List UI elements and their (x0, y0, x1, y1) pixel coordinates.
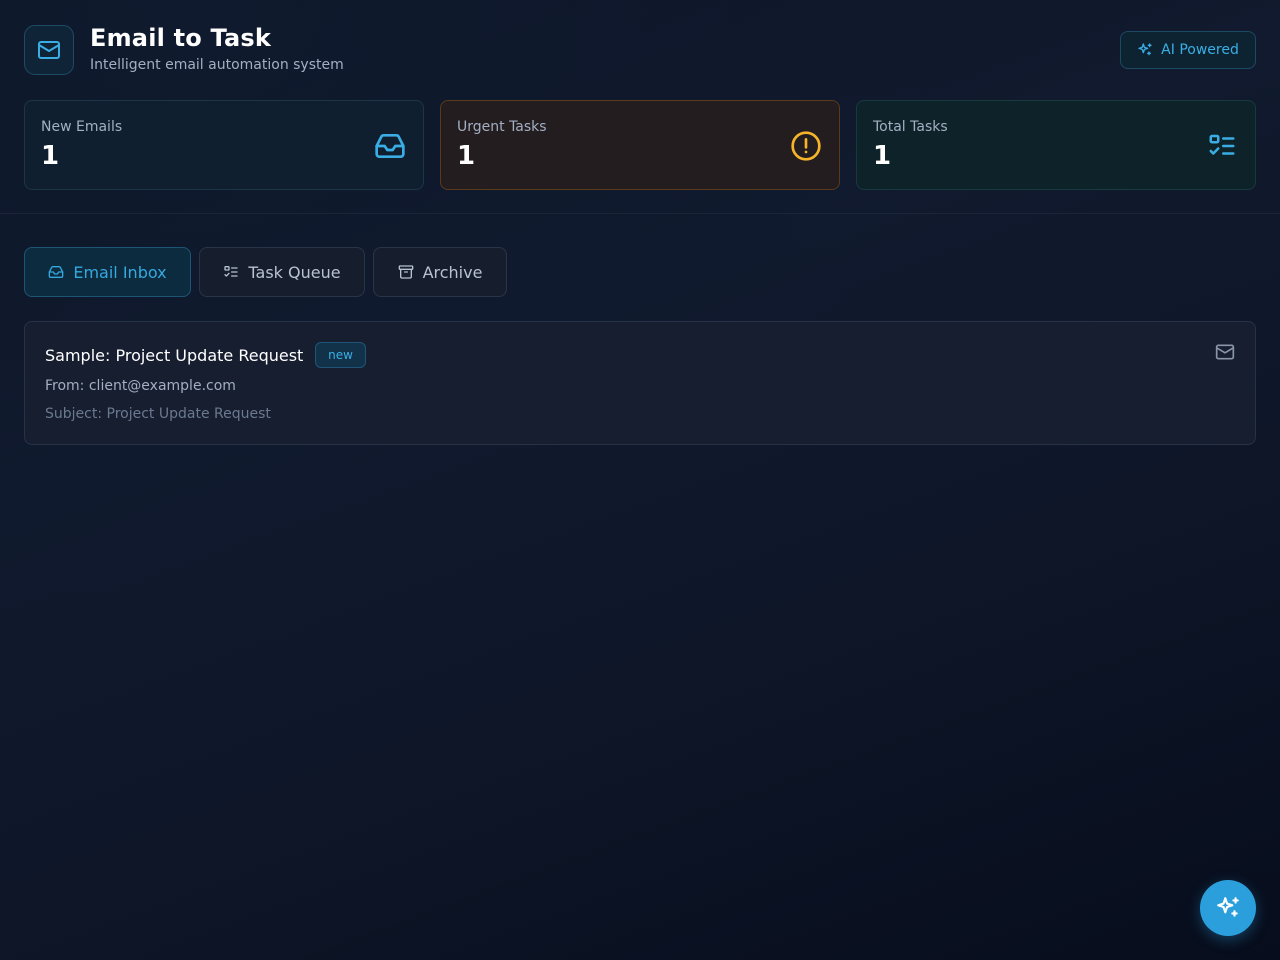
stat-value: 1 (873, 141, 892, 171)
ai-powered-badge[interactable]: AI Powered (1120, 31, 1256, 69)
stat-card-urgent-tasks: Urgent Tasks 1 (440, 100, 840, 190)
tab-task-queue[interactable]: Task Queue (199, 247, 365, 297)
stat-value: 1 (457, 141, 476, 171)
alert-circle-icon (789, 129, 823, 163)
stat-card-new-emails: New Emails 1 (24, 100, 424, 190)
mail-icon (24, 25, 74, 75)
tab-email-inbox[interactable]: Email Inbox (24, 247, 191, 297)
app-header: Email to Task Intelligent email automati… (0, 0, 1280, 214)
sparkles-icon (1137, 42, 1153, 58)
app-subtitle: Intelligent email automation system (90, 57, 344, 73)
sparkles-icon (1215, 895, 1241, 921)
stat-card-total-tasks: Total Tasks 1 (856, 100, 1256, 190)
tab-label: Email Inbox (73, 262, 167, 282)
email-sender: From: client@example.com (45, 378, 236, 394)
ai-powered-label: AI Powered (1161, 42, 1239, 58)
inbox-icon (373, 129, 407, 163)
app-title: Email to Task (90, 24, 272, 52)
inbox-icon (48, 264, 64, 280)
tab-archive[interactable]: Archive (373, 247, 507, 297)
list-checks-icon (223, 264, 239, 280)
archive-icon (398, 264, 414, 280)
stat-label: Urgent Tasks (457, 119, 547, 135)
status-badge: new (315, 342, 366, 368)
email-subject: Subject: Project Update Request (45, 406, 271, 422)
stat-value: 1 (41, 141, 60, 171)
stat-label: New Emails (41, 119, 123, 135)
list-checks-icon (1205, 129, 1239, 163)
tab-label: Archive (422, 262, 483, 282)
mail-icon[interactable] (1215, 342, 1235, 362)
ai-assistant-button[interactable] (1200, 880, 1256, 936)
tab-label: Task Queue (248, 262, 341, 282)
email-title: Sample: Project Update Request (45, 346, 304, 365)
stat-label: Total Tasks (873, 119, 948, 135)
email-list-item[interactable]: Sample: Project Update Request new From:… (24, 321, 1256, 445)
